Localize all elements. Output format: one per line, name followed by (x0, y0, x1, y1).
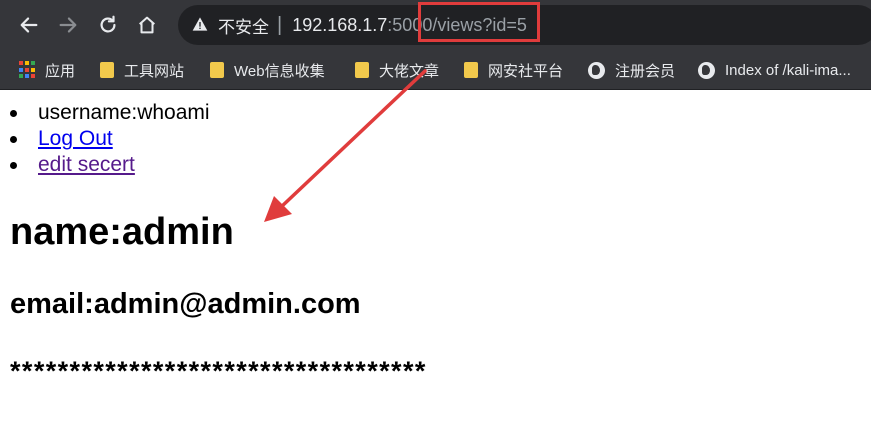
browser-toolbar: 不安全 | 192.168.1.7:5000/views?id=5 (0, 0, 871, 50)
bookmark-apps[interactable]: 应用 (19, 56, 75, 84)
bookmark-articles[interactable]: 大佬文章 (355, 56, 439, 84)
email-heading: email:admin@admin.com (10, 288, 361, 320)
logout-link[interactable]: Log Out (38, 127, 113, 150)
bookmark-register[interactable]: 注册会员 (588, 56, 675, 84)
page-content: username:whoami Log Out edit secert name… (0, 90, 871, 426)
bookmark-web-recon[interactable]: Web信息收集 (210, 56, 325, 84)
address-divider: | (277, 13, 283, 36)
bookmark-label: Index of /kali-ima... (725, 61, 851, 79)
bookmark-label: Web信息收集 (234, 62, 325, 80)
bookmark-label: 工具网站 (124, 62, 185, 80)
forward-button[interactable] (53, 10, 83, 40)
bookmark-label: 应用 (45, 62, 76, 80)
reload-button[interactable] (93, 10, 123, 40)
logout-item: Log Out (10, 126, 210, 152)
apps-grid-icon (19, 61, 35, 79)
globe-icon (698, 61, 715, 79)
bookmark-label: 网安社平台 (488, 62, 564, 80)
folder-icon (100, 62, 114, 78)
bookmark-label: 注册会员 (615, 62, 676, 80)
bookmarks-bar: 应用 工具网站 Web信息收集 大佬文章 网安社平台 注册会员 Index of… (0, 50, 871, 90)
forward-arrow-icon (59, 17, 77, 33)
security-label[interactable]: 不安全 (218, 13, 269, 38)
back-arrow-icon (20, 17, 38, 33)
folder-icon (464, 62, 478, 78)
bookmark-tools[interactable]: 工具网站 (100, 56, 184, 84)
url-path: :5000/views?id=5 (387, 14, 527, 35)
address-bar[interactable]: 不安全 | 192.168.1.7:5000/views?id=5 (178, 5, 871, 45)
secret-mask: *********************************** (10, 356, 427, 386)
edit-item: edit secert (10, 152, 210, 178)
bookmark-security-platform[interactable]: 网安社平台 (464, 56, 563, 84)
globe-icon (588, 61, 605, 79)
back-button[interactable] (14, 10, 44, 40)
bookmark-label: 大佬文章 (379, 62, 440, 80)
folder-icon (210, 62, 224, 78)
user-menu-list: username:whoami Log Out edit secert (10, 100, 210, 178)
url-host: 192.168.1.7 (292, 14, 388, 35)
reload-icon (100, 15, 116, 33)
folder-icon (355, 62, 369, 78)
name-heading: name:admin (10, 211, 234, 253)
username-item: username:whoami (10, 100, 210, 126)
warning-icon (192, 16, 210, 34)
home-icon (139, 16, 155, 34)
edit-secret-link[interactable]: edit secert (38, 153, 135, 176)
username-text: username:whoami (38, 101, 210, 124)
home-button[interactable] (132, 10, 162, 40)
bookmark-kali-index[interactable]: Index of /kali-ima... (698, 56, 851, 84)
